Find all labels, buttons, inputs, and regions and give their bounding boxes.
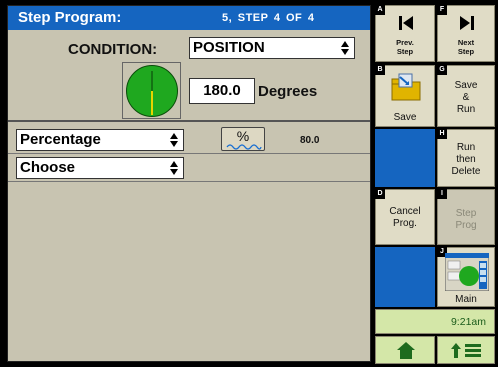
empty-slot [375, 129, 435, 187]
home-icon [397, 342, 415, 359]
degrees-unit-label: Degrees [258, 83, 318, 100]
main-label: Main [455, 294, 477, 305]
cancel-label-2: Prog. [393, 218, 417, 229]
step-prog-label-2: Prog [455, 220, 477, 231]
save-run-label-2: & [462, 92, 470, 103]
condition-select[interactable]: POSITION [189, 37, 355, 59]
prev-icon [399, 16, 413, 30]
run-then-delete-button[interactable]: H Run then Delete [437, 129, 495, 187]
next-label-2: Step [457, 47, 475, 56]
position-dial [122, 62, 181, 119]
dial-icon [126, 65, 178, 117]
choose-value: Choose [20, 159, 76, 176]
step-indicator: 5, STEP 4 OF 4 [222, 12, 315, 24]
prev-step-button[interactable]: A Prev. Step [375, 5, 435, 62]
choose-row: Choose [8, 154, 370, 182]
next-icon [460, 16, 474, 30]
save-run-label-3: Run [456, 104, 476, 115]
mode-select[interactable]: Percentage [16, 129, 184, 151]
key-h-label: H [437, 129, 447, 139]
up-down-icon [341, 41, 350, 55]
save-run-label-1: Save [454, 80, 478, 91]
run-delete-label-3: Delete [451, 166, 481, 177]
home-button[interactable] [375, 336, 435, 364]
percentage-value: 80.0 [300, 135, 320, 146]
step-program-button[interactable]: I Step Prog [437, 189, 495, 245]
next-step-button[interactable]: F Next Step [437, 5, 495, 62]
menu-up-icon [451, 343, 481, 358]
cancel-program-button[interactable]: D Cancel Prog. [375, 189, 435, 245]
run-delete-label-2: then [456, 154, 476, 165]
key-i-label: I [437, 189, 447, 199]
empty-slot-2 [375, 247, 435, 307]
step-prog-label-1: Step [455, 208, 477, 219]
key-a-label: A [375, 5, 385, 15]
save-button[interactable]: B Save [375, 65, 435, 127]
percentage-row: Percentage % 80.0 [8, 126, 370, 154]
run-delete-label-1: Run [456, 142, 476, 153]
degrees-input[interactable]: 180.0 [189, 78, 255, 104]
choose-select[interactable]: Choose [16, 157, 184, 179]
key-g-label: G [437, 65, 447, 75]
main-screen-icon [445, 253, 489, 291]
key-b-label: B [375, 65, 385, 75]
main-button[interactable]: J Main [437, 247, 495, 307]
condition-value: POSITION [193, 39, 265, 56]
key-d-label: D [375, 189, 385, 199]
save-label: Save [393, 112, 417, 123]
prev-label-2: Step [396, 47, 414, 56]
save-run-button[interactable]: G Save & Run [437, 65, 495, 127]
up-down-icon [170, 161, 179, 175]
condition-label: CONDITION: [68, 41, 158, 58]
mode-value: Percentage [20, 131, 101, 148]
title-bar: Step Program: 5, STEP 4 OF 4 [8, 6, 370, 30]
up-down-icon [170, 133, 179, 147]
folder-icon [391, 73, 421, 101]
cancel-label-1: Cancel [389, 206, 421, 217]
page-title: Step Program: [18, 9, 122, 26]
menu-up-button[interactable] [437, 336, 495, 364]
clock: 9:21am [375, 309, 495, 334]
program-panel: Step Program: 5, STEP 4 OF 4 CONDITION: … [7, 5, 371, 362]
key-f-label: F [437, 5, 447, 15]
percent-button[interactable]: % [221, 127, 265, 151]
wave-icon [226, 144, 262, 150]
condition-section: CONDITION: POSITION 180.0 Degrees [8, 30, 370, 122]
